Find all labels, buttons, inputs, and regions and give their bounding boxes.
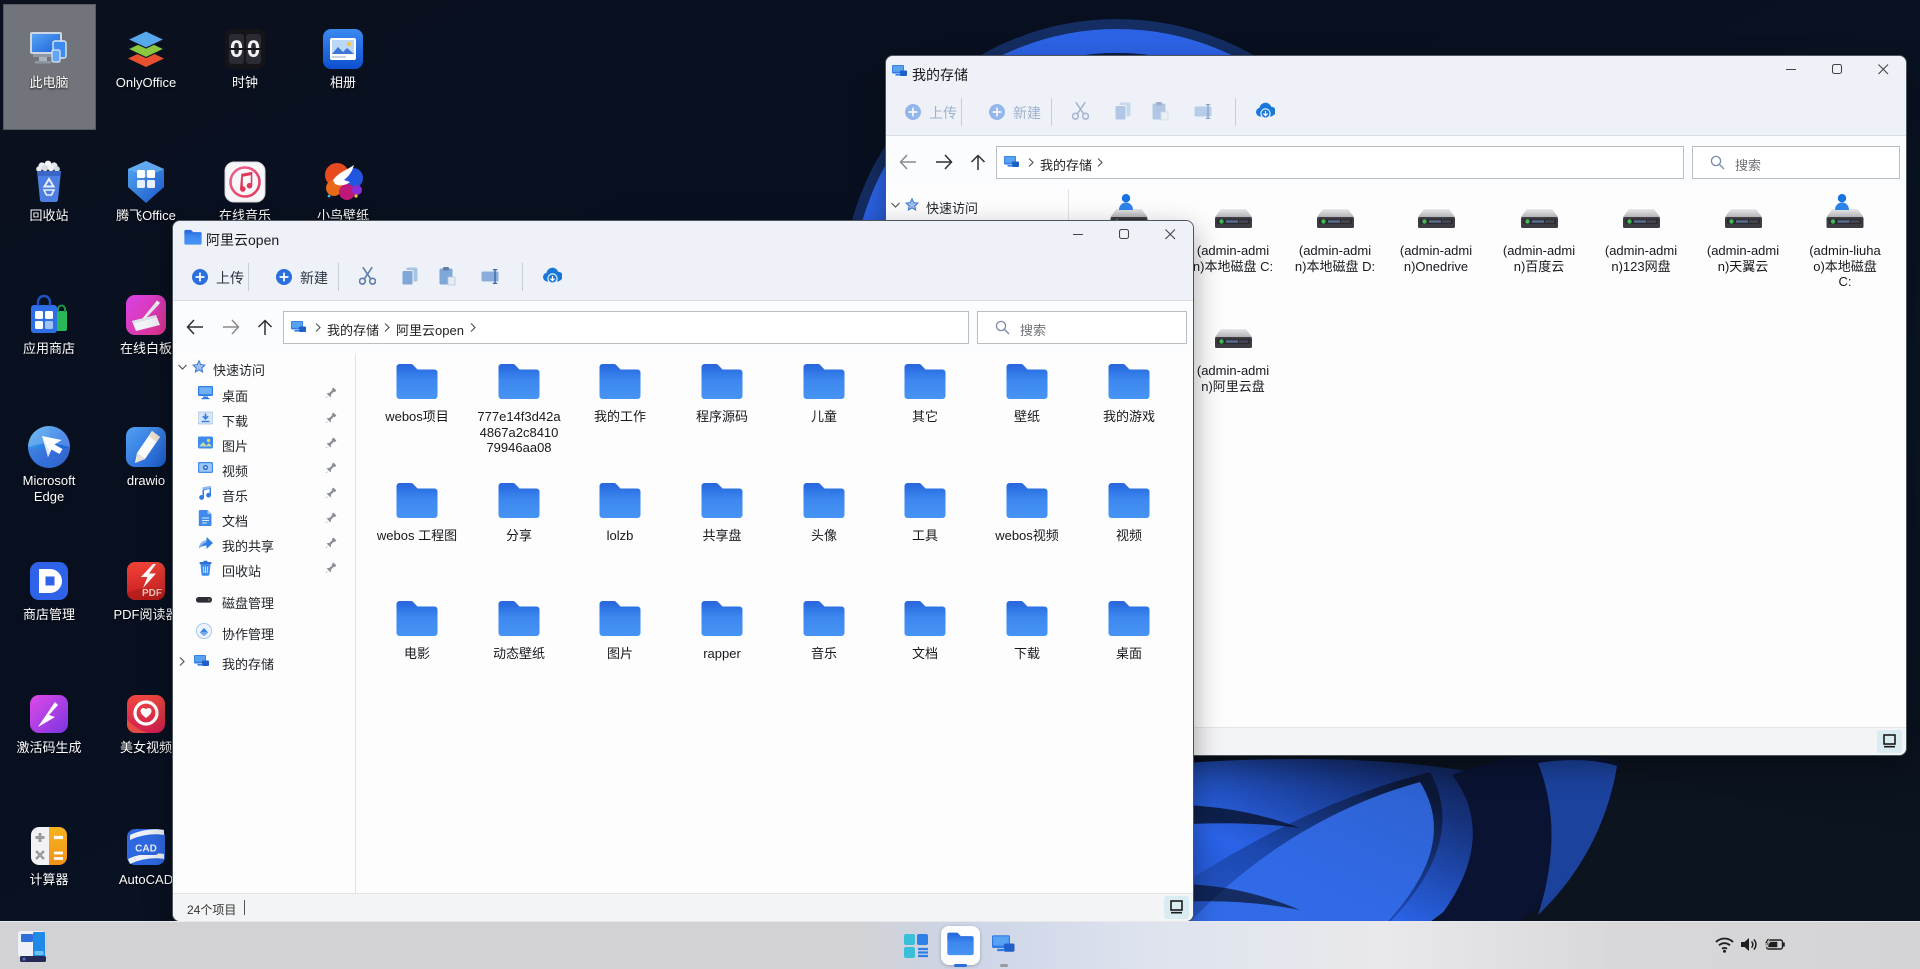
svg-text:CAD: CAD [135, 844, 157, 855]
svg-text:PDF: PDF [142, 588, 162, 599]
